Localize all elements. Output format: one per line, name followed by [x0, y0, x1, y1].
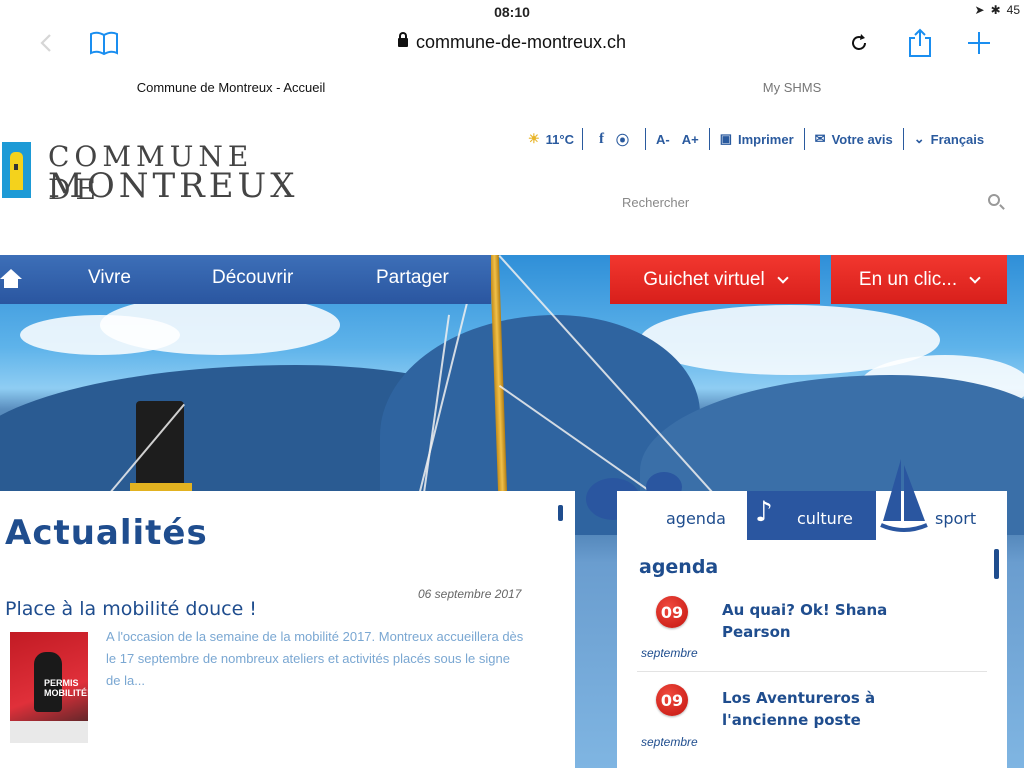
weather: ☀ 11°C [520, 131, 582, 147]
tab-culture-label: culture [797, 509, 853, 528]
event-title-link[interactable]: Au quai? Ok! Shana Pearson [722, 599, 922, 643]
language-label: Français [930, 131, 985, 147]
tab-sport[interactable]: sport [935, 509, 976, 528]
status-time: 08:10 [494, 4, 530, 20]
envelope-icon: ✉ [814, 131, 826, 146]
reload-icon[interactable] [848, 28, 870, 58]
search-input[interactable]: Rechercher [622, 195, 689, 210]
search-box[interactable]: Rechercher [612, 190, 1008, 216]
event-month: septembre [641, 735, 698, 749]
status-right: ➤ ✱ 45 [975, 3, 1020, 17]
lock-icon [397, 32, 408, 47]
event-day-badge: 09 [656, 596, 688, 628]
nav-partager[interactable]: Partager [376, 267, 449, 289]
news-thumbnail[interactable]: PERMIS MOBILITÉ! [10, 632, 88, 743]
agenda-panel: agenda ♪ culture sport agenda 09 septemb… [617, 459, 1007, 768]
facebook-link[interactable]: f [583, 131, 610, 148]
event-month: septembre [641, 646, 698, 660]
guichet-virtuel-button[interactable]: Guichet virtuel [610, 255, 820, 304]
news-headline-link[interactable]: Place à la mobilité douce ! [5, 598, 257, 620]
enunclic-label: En un clic... [858, 268, 958, 290]
news-excerpt: A l'occasion de la semaine de la mobilit… [106, 629, 524, 688]
nav-decouvrir[interactable]: Découvrir [212, 267, 293, 289]
feedback-label: Votre avis [831, 131, 893, 147]
printer-icon: ▣ [719, 131, 733, 146]
news-panel: Actualités 06 septembre 2017 Place à la … [0, 491, 575, 768]
chevron-down-icon [777, 271, 789, 284]
font-larger-button[interactable]: A+ [676, 132, 709, 147]
bluetooth-icon: ✱ [990, 3, 1001, 17]
news-scrollbar[interactable] [558, 505, 563, 521]
rss-icon: ⦿ [616, 132, 630, 148]
site-logo[interactable]: COMMUNE DE MONTREUX [0, 140, 320, 206]
sailboat-icon [879, 455, 929, 539]
print-label: Imprimer [738, 131, 794, 147]
en-un-clic-button[interactable]: En un clic... [831, 255, 1007, 304]
status-bar: 08:10 ➤ ✱ 45 [0, 0, 1024, 22]
weather-temp: 11°C [545, 131, 574, 147]
crest-icon [2, 142, 31, 198]
url-text: commune-de-montreux.ch [415, 32, 627, 52]
address-bar[interactable]: commune-de-montreux.ch [0, 32, 1024, 53]
guichet-label: Guichet virtuel [643, 268, 765, 290]
rss-link[interactable]: ⦿ [610, 130, 645, 149]
tab-shms[interactable]: My SHMS [592, 80, 992, 95]
logo-line2: MONTREUX [48, 166, 299, 206]
browser-tabs: Commune de Montreux - Accueil My SHMS [0, 70, 1024, 106]
event-title-link[interactable]: Los Aventureros à l'ancienne poste [722, 687, 922, 731]
font-smaller-button[interactable]: A- [646, 132, 676, 147]
sun-cloud-icon: ☀ [528, 131, 540, 146]
news-title: Actualités [5, 513, 208, 553]
feedback-button[interactable]: ✉ Votre avis [805, 131, 903, 147]
main-nav: Vivre Découvrir Partager [0, 255, 491, 304]
tab-culture[interactable]: ♪ culture [747, 491, 876, 540]
tab-agenda[interactable]: agenda [666, 509, 726, 528]
language-select[interactable]: ⌄ Français [904, 131, 984, 147]
news-date: 06 septembre 2017 [418, 587, 522, 601]
home-icon[interactable] [0, 267, 22, 291]
new-tab-icon[interactable] [964, 28, 994, 58]
chevron-down-icon: ⌄ [913, 131, 925, 146]
thumbnail-text: PERMIS MOBILITÉ! [44, 678, 88, 698]
print-button[interactable]: ▣ Imprimer [710, 131, 804, 147]
agenda-heading: agenda [639, 556, 719, 578]
saxophone-icon: ♪ [755, 495, 773, 528]
facebook-icon: f [599, 130, 604, 147]
location-icon: ➤ [974, 3, 985, 17]
agenda-tabs: agenda ♪ culture sport [617, 459, 1007, 541]
chevron-down-icon [969, 271, 981, 284]
battery-percent: 45 [1006, 3, 1020, 17]
tab-montreux[interactable]: Commune de Montreux - Accueil [31, 80, 431, 95]
divider [637, 671, 987, 672]
event-day-badge: 09 [656, 684, 688, 716]
share-icon[interactable] [906, 28, 934, 58]
browser-toolbar: commune-de-montreux.ch [0, 22, 1024, 66]
agenda-scrollbar[interactable] [994, 549, 999, 579]
nav-vivre[interactable]: Vivre [88, 267, 131, 289]
utility-bar: ☀ 11°C f ⦿ A- A+ ▣ Imprimer ✉ Votre avis… [520, 128, 984, 150]
search-icon[interactable] [988, 194, 1000, 206]
